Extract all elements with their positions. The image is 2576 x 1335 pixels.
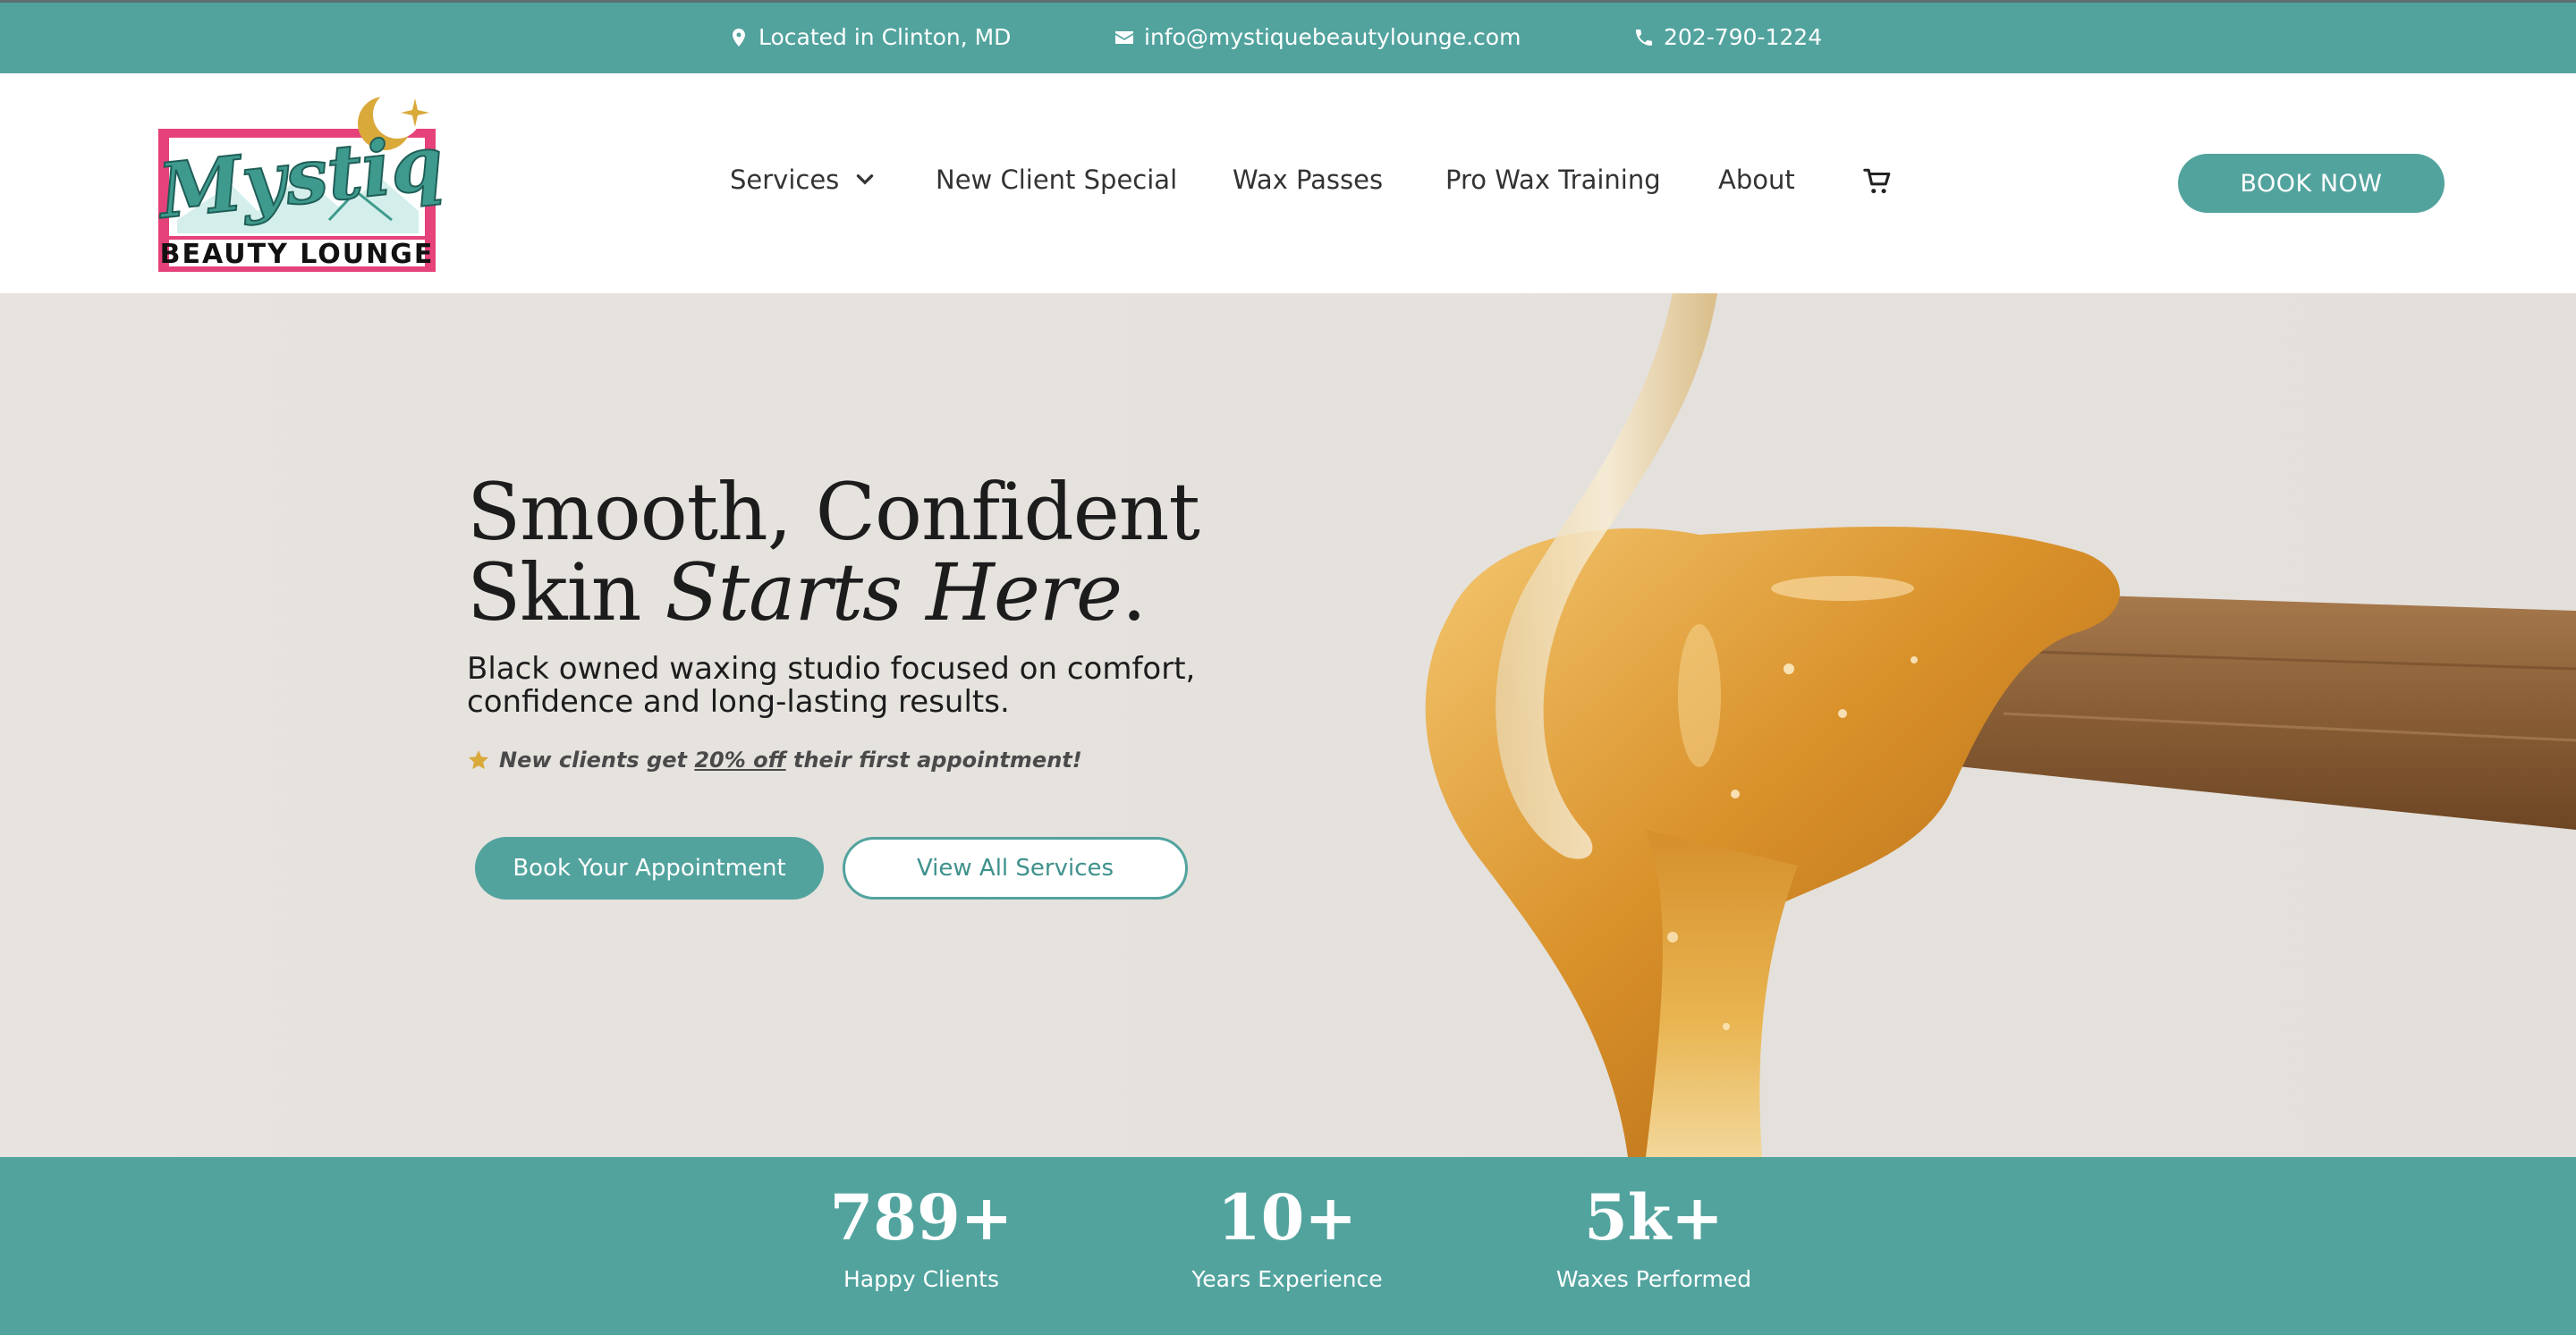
book-appointment-button[interactable]: Book Your Appointment [475, 837, 824, 900]
hero-section: Smooth, Confident Skin Starts Here. Blac… [0, 293, 2576, 1157]
nav-services-label: Services [730, 165, 840, 195]
email-link[interactable]: info@mystiquebeautylounge.com [1144, 24, 1521, 50]
nav-pro-wax-training-label: Pro Wax Training [1445, 165, 1661, 195]
envelope-icon [1115, 30, 1133, 44]
phone-info[interactable]: 202-790-1224 [1633, 24, 1822, 50]
nav-wax-passes-label: Wax Passes [1233, 165, 1384, 195]
stat-value: 789+ [829, 1180, 1013, 1255]
stat-years-experience: 10+ Years Experience [1144, 1180, 1430, 1293]
nav-new-client-special-label: New Client Special [936, 165, 1178, 195]
location-text: Located in Clinton, MD [758, 24, 1012, 50]
stat-waxes-performed: 5k+ Waxes Performed [1511, 1180, 1797, 1293]
honey-wax-stick-image [1425, 293, 2576, 1157]
headline-line-2-plain: Skin [467, 546, 665, 638]
promo-prefix: New clients get [499, 748, 695, 773]
map-pin-icon [733, 28, 745, 46]
cart-icon[interactable] [1862, 166, 1893, 197]
nav-pro-wax-training[interactable]: Pro Wax Training [1445, 165, 1661, 195]
nav-new-client-special[interactable]: New Client Special [936, 165, 1177, 195]
email-info[interactable]: info@mystiquebeautylounge.com [1114, 24, 1521, 50]
chevron-down-icon [857, 174, 874, 185]
stats-bar: 789+ Happy Clients 10+ Years Experience … [0, 1157, 2576, 1335]
phone-link[interactable]: 202-790-1224 [1664, 24, 1822, 50]
hero-headline: Smooth, Confident Skin Starts Here. [467, 472, 1200, 633]
nav-about-label: About [1718, 165, 1795, 195]
view-all-services-button[interactable]: View All Services [843, 837, 1188, 900]
star-icon [468, 750, 489, 770]
logo-sub-text: BEAUTY LOUNGE [160, 239, 435, 270]
promo-suffix: their first appointment! [785, 748, 1082, 773]
phone-icon [1636, 29, 1652, 46]
book-now-button[interactable]: BOOK NOW [2178, 154, 2445, 213]
headline-line-2-italic: Starts Here [665, 546, 1123, 638]
nav-services[interactable]: Services [730, 165, 877, 195]
stat-label: Waxes Performed [1555, 1266, 1752, 1292]
hero-subtext: Black owned waxing studio focused on com… [467, 651, 1196, 720]
stat-value: 5k+ [1584, 1180, 1724, 1255]
site-logo[interactable]: Mystique BEAUTY LOUNGE [150, 86, 550, 283]
stat-happy-clients: 789+ Happy Clients [778, 1180, 1064, 1293]
promo-note: New clients get 20% off their first appo… [467, 748, 1082, 773]
stat-label: Happy Clients [843, 1266, 999, 1292]
location-info: Located in Clinton, MD [728, 24, 1011, 50]
nav-wax-passes[interactable]: Wax Passes [1233, 165, 1383, 195]
site-header: Mystique BEAUTY LOUNGE Services New Clie… [0, 73, 2576, 293]
logo-graphic: Mystique BEAUTY LOUNGE [151, 90, 550, 272]
top-info-bar: Located in Clinton, MD info@mystiquebeau… [0, 0, 2576, 73]
nav-about[interactable]: About [1718, 165, 1795, 195]
stat-value: 10+ [1216, 1180, 1358, 1255]
headline-line-2-end: . [1122, 546, 1147, 638]
promo-highlight: 20% off [694, 748, 786, 773]
headline-line-1: Smooth, Confident [467, 466, 1200, 558]
stat-label: Years Experience [1191, 1266, 1383, 1292]
